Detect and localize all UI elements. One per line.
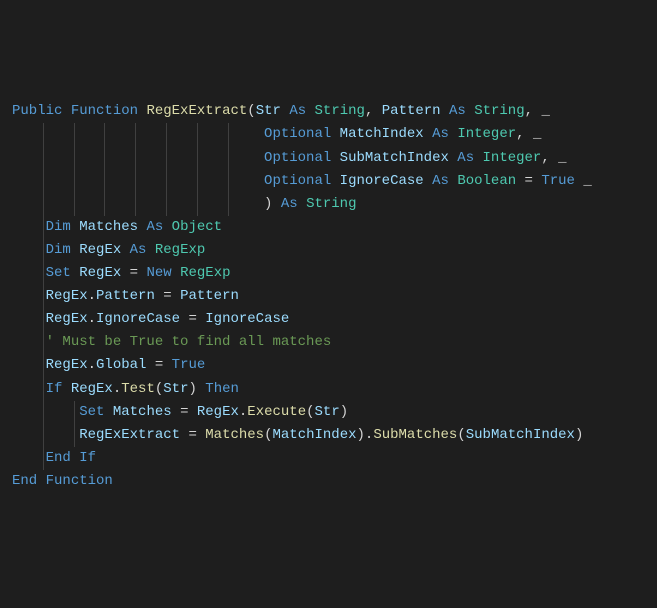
code-line: RegExExtract = Matches(MatchIndex).SubMa… [12,424,645,447]
prop-ignorecase: IgnoreCase [96,311,180,327]
keyword-new: New [146,265,171,281]
type-string: String [315,103,365,119]
type-integer: Integer [457,126,516,142]
prop-submatches: SubMatches [373,427,457,443]
code-line: RegEx.Global = True [12,354,645,377]
code-line: Set RegEx = New RegExp [12,262,645,285]
param-pattern: Pattern [382,103,441,119]
literal-true: True [541,173,575,189]
param-ignorecase: IgnoreCase [340,173,424,189]
code-line: RegEx.IgnoreCase = IgnoreCase [12,308,645,331]
line-continuation: _ [541,103,549,119]
code-line: If RegEx.Test(Str) Then [12,378,645,401]
code-line: ) As String [12,193,645,216]
var-regex: RegEx [79,242,121,258]
keyword-if: If [46,381,63,397]
method-test: Test [121,381,155,397]
function-name: RegExExtract [146,103,247,119]
prop-global: Global [96,357,146,373]
keyword-dim: Dim [46,219,71,235]
comment: ' Must be True to find all matches [46,334,332,350]
var-matches: Matches [79,219,138,235]
type-regexp: RegExp [155,242,205,258]
param-str: Str [256,103,281,119]
code-line: Set Matches = RegEx.Execute(Str) [12,401,645,424]
type-string: String [474,103,524,119]
param-matchindex: MatchIndex [340,126,424,142]
keyword-set: Set [46,265,71,281]
keyword-optional: Optional [264,126,331,142]
code-line: Public Function RegExExtract(Str As Stri… [12,100,645,123]
keyword-public: Public [12,103,62,119]
method-execute: Execute [247,404,306,420]
keyword-function: Function [71,103,138,119]
prop-pattern: Pattern [96,288,155,304]
code-line: Optional IgnoreCase As Boolean = True _ [12,170,645,193]
code-line: Optional MatchIndex As Integer, _ [12,123,645,146]
code-line: Dim Matches As Object [12,216,645,239]
code-line: Dim RegEx As RegExp [12,239,645,262]
type-object: Object [172,219,222,235]
keyword-end: End [46,450,71,466]
param-submatchindex: SubMatchIndex [340,150,449,166]
code-line: ' Must be True to find all matches [12,331,645,354]
code-editor[interactable]: Public Function RegExExtract(Str As Stri… [12,100,645,493]
code-line: Optional SubMatchIndex As Integer, _ [12,147,645,170]
type-boolean: Boolean [457,173,516,189]
keyword-then: Then [205,381,239,397]
code-line: End If [12,447,645,470]
code-line: End Function [12,470,645,493]
code-line: RegEx.Pattern = Pattern [12,285,645,308]
